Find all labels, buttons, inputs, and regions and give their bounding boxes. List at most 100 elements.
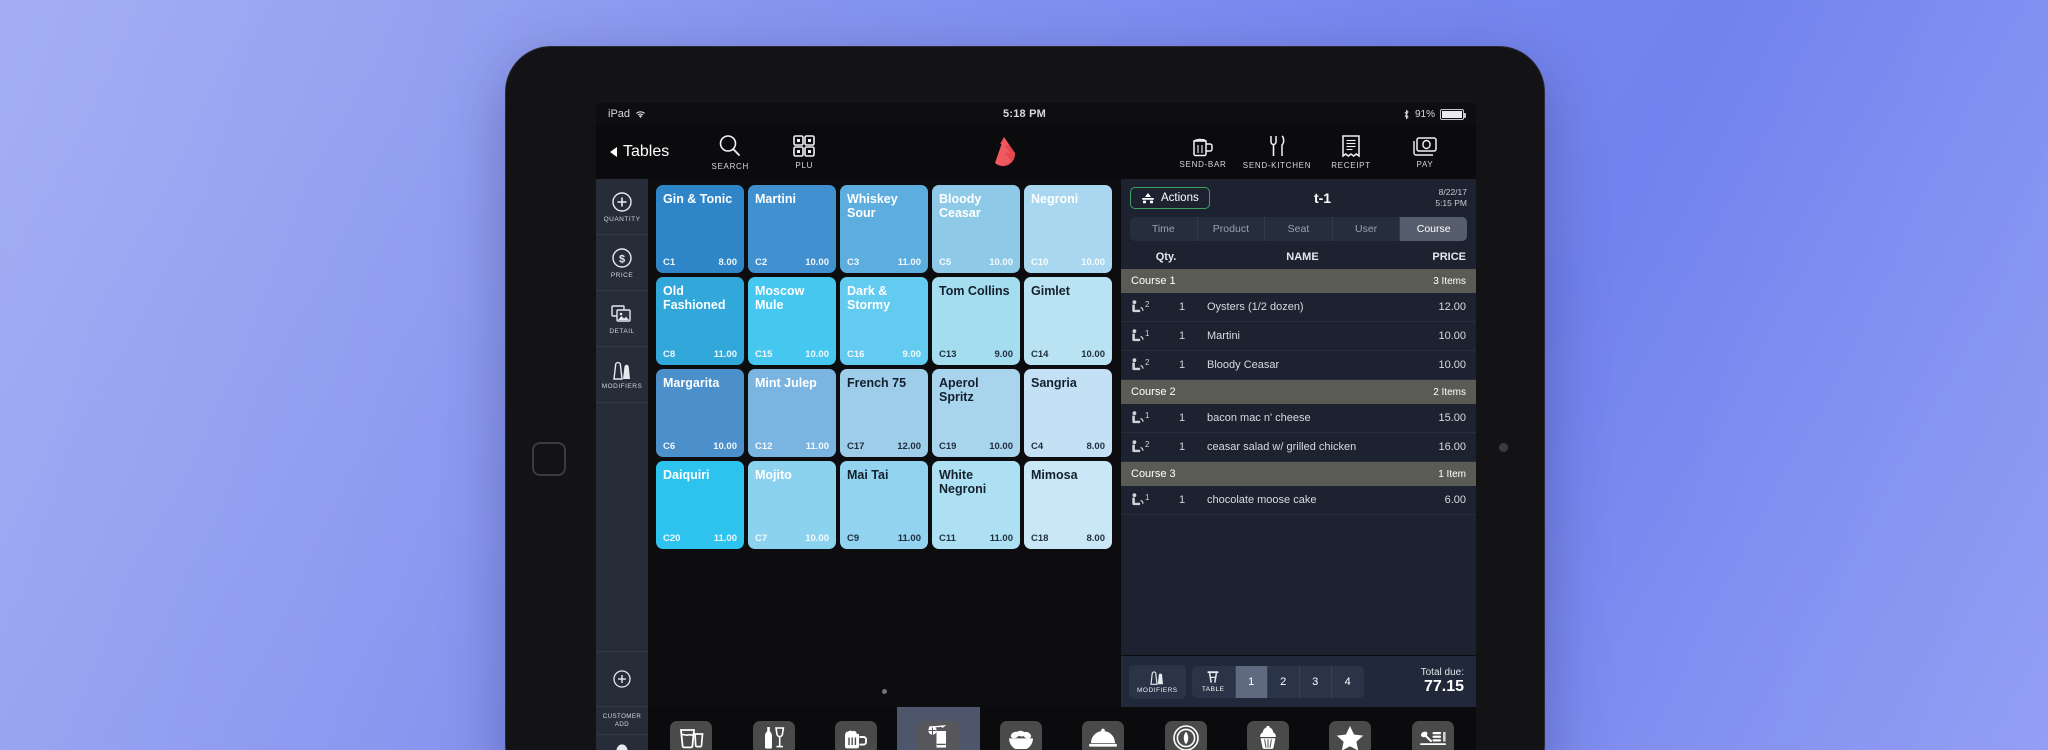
customer-add-line2: ADD (614, 720, 630, 728)
rail-item-detail[interactable]: DETAIL (596, 291, 648, 347)
seat-button-3[interactable]: 3 (1300, 665, 1332, 698)
sort-segment-course[interactable]: Course (1400, 217, 1467, 241)
product-tile[interactable]: Gimlet C14 10.00 (1024, 277, 1112, 365)
product-tile[interactable]: Martini C2 10.00 (748, 185, 836, 273)
send-kitchen-button[interactable]: SEND-KITCHEN (1240, 134, 1314, 170)
page-indicator[interactable] (648, 681, 1120, 699)
dollar-circle-icon: $ (611, 247, 633, 269)
category-starters[interactable]: Starters (980, 707, 1062, 750)
total-label: Total due: (1420, 667, 1464, 678)
category-dessert[interactable]: Dessert (1227, 707, 1309, 750)
seat-selector: TABLE 1 2 3 4 (1191, 665, 1364, 698)
cocktail-glass-icon (917, 720, 960, 750)
course-header-row[interactable]: Course 1 3 Items (1121, 269, 1476, 293)
seat-button-4[interactable]: 4 (1332, 666, 1364, 698)
product-tile-footer: C9 11.00 (847, 533, 921, 544)
product-tile[interactable]: Margarita C6 10.00 (656, 369, 744, 457)
send-bar-button[interactable]: SEND-BAR (1166, 135, 1240, 169)
category-discounts[interactable]: Discounts (1309, 707, 1391, 750)
sort-segment-user[interactable]: User (1333, 217, 1401, 241)
product-tile[interactable]: Sangria C4 8.00 (1024, 369, 1112, 457)
product-tile[interactable]: Mai Tai C9 11.00 (840, 461, 928, 549)
category-wine[interactable]: Wine (732, 707, 814, 750)
plu-button[interactable]: PLU (767, 134, 841, 170)
detail-images-icon (610, 303, 634, 325)
receipt-button[interactable]: RECEIPT (1314, 134, 1388, 170)
product-tile[interactable]: Negroni C10 10.00 (1024, 185, 1112, 273)
product-tile-code: C19 (939, 441, 957, 452)
order-item-row[interactable]: 1 1 Martini 10.00 (1121, 322, 1476, 351)
order-item-row[interactable]: 1 1 chocolate moose cake 6.00 (1121, 486, 1476, 515)
modifiers-button[interactable]: MODIFIERS (1129, 664, 1186, 699)
order-item-row[interactable]: 1 1 bacon mac n' cheese 15.00 (1121, 404, 1476, 433)
seat-button-1[interactable]: 1 (1235, 665, 1268, 698)
product-tile[interactable]: Whiskey Sour C3 11.00 (840, 185, 928, 273)
order-column-headers: Qty. NAME PRICE (1121, 246, 1476, 269)
product-tile-footer: C17 12.00 (847, 441, 921, 452)
product-tile[interactable]: White Negroni C11 11.00 (932, 461, 1020, 549)
plu-grid-icon (792, 134, 816, 158)
sort-segment-product[interactable]: Product (1198, 217, 1266, 241)
product-tile-footer: C8 11.00 (663, 349, 737, 360)
product-tile-code: C15 (755, 349, 773, 360)
product-tile[interactable]: Aperol Spritz C19 10.00 (932, 369, 1020, 457)
bottom-bar: CUSTOMER ADD OSCAR BeverageWineBeerCockt… (596, 707, 1476, 750)
order-item-row[interactable]: 2 1 Bloody Ceasar 10.00 (1121, 351, 1476, 380)
customer-add-block[interactable]: CUSTOMER ADD (596, 707, 648, 735)
order-item-qty: 1 (1178, 301, 1186, 313)
order-item-row[interactable]: 2 1 ceasar salad w/ grilled chicken 16.00 (1121, 433, 1476, 462)
table-button[interactable]: TABLE (1192, 665, 1236, 698)
product-tile[interactable]: Moscow Mule C15 10.00 (748, 277, 836, 365)
product-tile-price: 8.00 (718, 257, 738, 268)
course-header-row[interactable]: Course 2 2 Items (1121, 380, 1476, 404)
category-cocktails[interactable]: Cocktails (897, 707, 980, 750)
order-item-row[interactable]: 2 1 Oysters (1/2 dozen) 12.00 (1121, 293, 1476, 322)
product-tile[interactable]: Mint Julep C12 11.00 (748, 369, 836, 457)
battery-icon (1440, 108, 1466, 120)
product-tile-code: C9 (847, 533, 860, 544)
seat-icon (1131, 329, 1144, 343)
search-button[interactable]: SEARCH (693, 133, 767, 171)
seat-button-2[interactable]: 2 (1268, 665, 1300, 698)
product-tile[interactable]: French 75 C17 12.00 (840, 369, 928, 457)
home-button[interactable] (532, 442, 566, 476)
product-tile[interactable]: Old Fashioned C8 11.00 (656, 277, 744, 365)
current-user[interactable]: OSCAR (609, 735, 635, 750)
pay-button[interactable]: PAY (1388, 135, 1462, 169)
product-tile-name: Mojito (755, 468, 792, 482)
product-tile-price: 11.00 (713, 349, 737, 360)
category-sides[interactable]: Sides (1144, 707, 1226, 750)
sort-segment-time[interactable]: Time (1130, 217, 1198, 241)
product-tile-price: 8.00 (1086, 533, 1106, 544)
category-main[interactable]: Main (1062, 707, 1144, 750)
category-beverage[interactable]: Beverage (650, 707, 732, 750)
product-tile[interactable]: Mojito C7 10.00 (748, 461, 836, 549)
sort-segment-seat[interactable]: Seat (1265, 217, 1333, 241)
category-beer[interactable]: Beer (815, 707, 897, 750)
rail-item-price[interactable]: $ PRICE (596, 235, 648, 291)
product-tile-footer: C6 10.00 (663, 441, 737, 452)
seat-icon (1131, 300, 1144, 314)
product-tile[interactable]: Tom Collins C13 9.00 (932, 277, 1020, 365)
order-item-list[interactable]: Course 1 3 Items 2 1 Oysters (1/2 dozen) 12.0… (1121, 269, 1476, 655)
product-tile-name: Old Fashioned (663, 284, 726, 312)
product-tile[interactable]: Dark & Stormy C16 9.00 (840, 277, 928, 365)
product-tile[interactable]: Bloody Ceasar C5 10.00 (932, 185, 1020, 273)
seat-indicator: 1 (1131, 411, 1165, 425)
wifi-icon (635, 110, 646, 119)
back-to-tables-button[interactable]: Tables (610, 143, 669, 161)
camera-icon (1499, 443, 1508, 452)
course-header-row[interactable]: Course 3 1 Item (1121, 462, 1476, 486)
product-tile[interactable]: Mimosa C18 8.00 (1024, 461, 1112, 549)
product-tile[interactable]: Gin & Tonic C1 8.00 (656, 185, 744, 273)
product-grid: Gin & Tonic C1 8.00 Martini C2 10.00 Whiskey S… (652, 185, 1116, 549)
rail-item-quantity[interactable]: QUANTITY (596, 179, 648, 235)
rail-item-customer-add[interactable] (596, 651, 648, 707)
product-tile[interactable]: Daiquiri C20 11.00 (656, 461, 744, 549)
column-name: NAME (1286, 251, 1319, 263)
product-tile-price: 9.00 (902, 349, 922, 360)
course-item-count: 2 Items (1433, 386, 1466, 398)
actions-button[interactable]: Actions (1130, 187, 1210, 209)
category-express-menus[interactable]: Express Menus (1392, 707, 1474, 750)
rail-item-modifiers[interactable]: MODIFIERS (596, 347, 648, 403)
